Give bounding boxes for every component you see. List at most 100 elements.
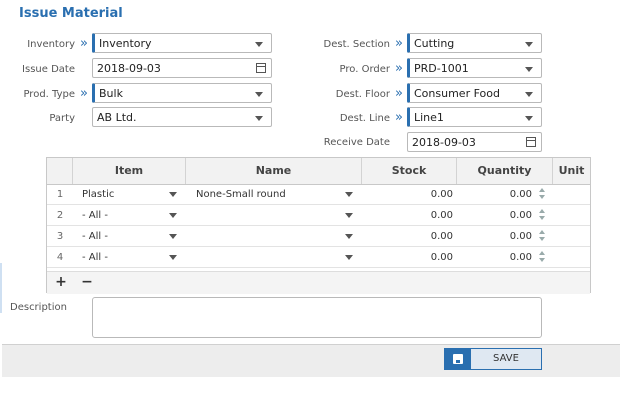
chevron-icon: » — [395, 110, 403, 125]
pro-order-value: PRD-1001 — [414, 62, 469, 75]
receive-date-input[interactable]: 2018-09-03 — [407, 132, 542, 152]
calendar-icon[interactable] — [256, 63, 266, 73]
page-title: Issue Material — [19, 6, 123, 21]
issue-date-label: Issue Date — [22, 64, 75, 75]
chevron-down-icon[interactable] — [345, 213, 353, 218]
quantity-cell[interactable]: 0.00 — [457, 205, 536, 226]
table-row[interactable]: 1 Plastic None-Small round 0.00 0.00 — [47, 184, 590, 205]
table-row[interactable]: 3 - All - 0.00 0.00 — [47, 226, 590, 247]
left-edge-marker — [0, 263, 2, 313]
prod-type-select[interactable]: Bulk — [92, 83, 272, 103]
chevron-down-icon[interactable] — [345, 234, 353, 239]
dest-section-label: Dest. Section — [323, 39, 391, 50]
chevron-down-icon[interactable] — [169, 192, 177, 197]
issue-date-input[interactable]: 2018-09-03 — [92, 58, 272, 78]
row-number: 1 — [56, 189, 64, 200]
chevron-down-icon[interactable] — [169, 213, 177, 218]
inventory-label: Inventory — [27, 39, 75, 50]
quantity-cell[interactable]: 0.00 — [457, 226, 536, 247]
chevron-down-icon — [525, 42, 533, 47]
description-textarea[interactable] — [92, 297, 542, 338]
save-button[interactable]: SAVE — [444, 348, 542, 370]
prod-type-value: Bulk — [99, 87, 123, 100]
prod-type-label: Prod. Type — [23, 89, 75, 100]
name-cell[interactable]: None-Small round — [196, 184, 346, 205]
unit-cell[interactable] — [553, 205, 590, 226]
quantity-column-header[interactable]: Quantity — [457, 158, 553, 184]
description-label: Description — [10, 302, 67, 313]
stock-cell: 0.00 — [430, 231, 453, 242]
chevron-icon: » — [395, 36, 403, 51]
dest-line-label: Dest. Line — [339, 113, 390, 124]
items-grid: Item Name Stock Quantity Unit 1 Plastic … — [46, 157, 591, 294]
unit-cell[interactable] — [553, 226, 590, 247]
dest-line-value: Line1 — [414, 111, 444, 124]
row-number-header — [47, 158, 73, 184]
chevron-down-icon[interactable] — [345, 255, 353, 260]
calendar-icon[interactable] — [526, 137, 536, 147]
chevron-icon: » — [395, 86, 403, 101]
table-row[interactable]: 4 - All - 0.00 0.00 — [47, 247, 590, 268]
spinner-icon[interactable] — [539, 208, 547, 222]
save-label: SAVE — [493, 353, 519, 364]
party-label: Party — [49, 113, 75, 124]
chevron-down-icon — [525, 67, 533, 72]
inventory-value: Inventory — [99, 37, 152, 50]
chevron-down-icon — [255, 92, 263, 97]
issue-date-value: 2018-09-03 — [97, 62, 161, 75]
add-row-button[interactable]: + — [53, 274, 69, 290]
party-value: AB Ltd. — [97, 111, 137, 124]
floppy-disk-icon — [445, 349, 471, 369]
item-cell[interactable]: - All - — [82, 247, 162, 268]
name-cell[interactable] — [196, 226, 346, 247]
dest-floor-value: Consumer Food — [414, 87, 500, 100]
stock-column-header[interactable]: Stock — [362, 158, 457, 184]
quantity-cell[interactable]: 0.00 — [457, 247, 536, 268]
grid-header: Item Name Stock Quantity Unit — [47, 158, 590, 185]
item-cell[interactable]: - All - — [82, 205, 162, 226]
name-cell[interactable] — [196, 247, 346, 268]
chevron-down-icon[interactable] — [345, 192, 353, 197]
dest-section-value: Cutting — [414, 37, 455, 50]
row-number: 4 — [56, 252, 64, 263]
item-cell[interactable]: - All - — [82, 226, 162, 247]
stock-cell: 0.00 — [430, 189, 453, 200]
unit-cell[interactable] — [553, 184, 590, 205]
chevron-icon: » — [80, 36, 88, 51]
row-number: 2 — [56, 210, 64, 221]
quantity-cell[interactable]: 0.00 — [457, 184, 536, 205]
spinner-icon[interactable] — [539, 229, 547, 243]
unit-cell[interactable] — [553, 247, 590, 268]
chevron-down-icon — [255, 116, 263, 121]
dest-line-select[interactable]: Line1 — [407, 107, 542, 127]
stock-cell: 0.00 — [430, 210, 453, 221]
chevron-icon: » — [395, 61, 403, 76]
pro-order-label: Pro. Order — [339, 64, 390, 75]
dest-section-select[interactable]: Cutting — [407, 33, 542, 53]
unit-column-header[interactable]: Unit — [553, 158, 590, 184]
receive-date-value: 2018-09-03 — [412, 136, 476, 149]
chevron-down-icon — [255, 42, 263, 47]
chevron-icon: » — [80, 86, 88, 101]
chevron-down-icon — [525, 92, 533, 97]
pro-order-select[interactable]: PRD-1001 — [407, 58, 542, 78]
chevron-down-icon[interactable] — [169, 234, 177, 239]
remove-row-button[interactable]: − — [79, 274, 95, 290]
chevron-down-icon — [525, 116, 533, 121]
table-row[interactable]: 2 - All - 0.00 0.00 — [47, 205, 590, 226]
item-cell[interactable]: Plastic — [82, 184, 162, 205]
grid-footer: + − — [47, 271, 590, 294]
spinner-icon[interactable] — [539, 250, 547, 264]
receive-date-label: Receive Date — [323, 137, 390, 148]
dest-floor-select[interactable]: Consumer Food — [407, 83, 542, 103]
chevron-down-icon[interactable] — [169, 255, 177, 260]
inventory-select[interactable]: Inventory — [92, 33, 272, 53]
spinner-icon[interactable] — [539, 187, 547, 201]
item-column-header[interactable]: Item — [73, 158, 186, 184]
name-cell[interactable] — [196, 205, 346, 226]
stock-cell: 0.00 — [430, 252, 453, 263]
dest-floor-label: Dest. Floor — [335, 89, 390, 100]
party-select[interactable]: AB Ltd. — [92, 107, 272, 127]
name-column-header[interactable]: Name — [186, 158, 362, 184]
row-number: 3 — [56, 231, 64, 242]
